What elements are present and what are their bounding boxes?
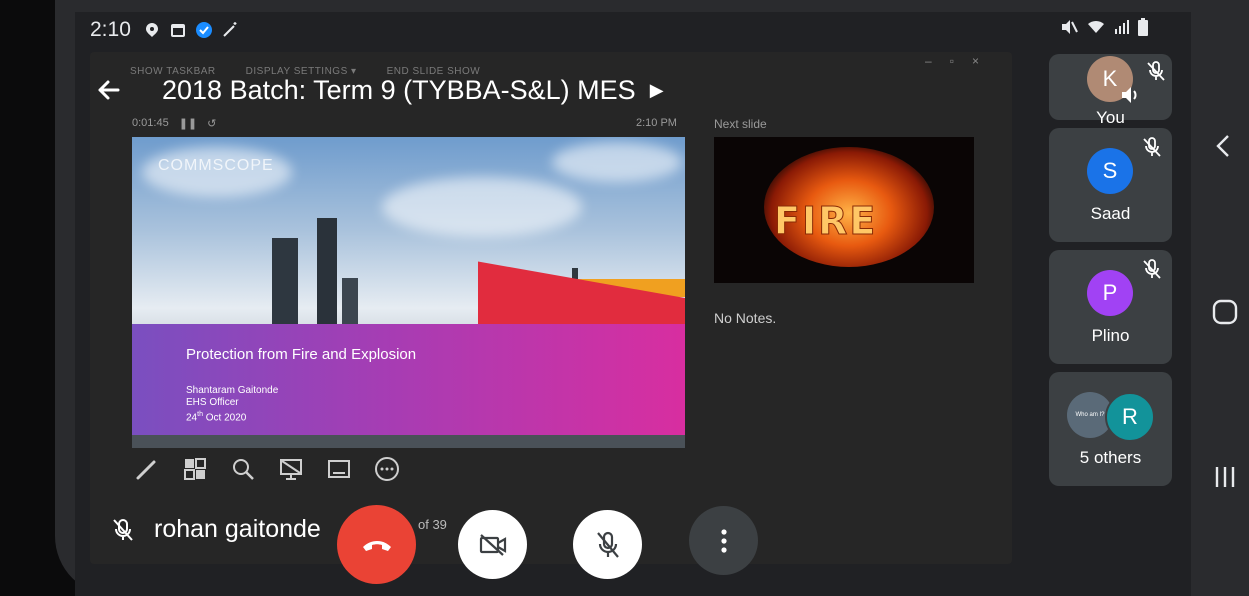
- slide-title: Protection from Fire and Explosion: [186, 346, 417, 363]
- chevron-right-icon[interactable]: ▶: [650, 80, 664, 101]
- avatar: S: [1087, 148, 1133, 194]
- elapsed-time: 0:01:45: [132, 117, 169, 129]
- next-slide-text: FIRE: [773, 199, 878, 244]
- slide-bottom-strip: [132, 435, 685, 448]
- reset-icon: ↺: [207, 118, 217, 130]
- more-options-button[interactable]: [689, 506, 758, 575]
- slideshow-timer: 0:01:45 ❚❚ ↺: [132, 117, 216, 130]
- next-slide-label: Next slide: [714, 117, 767, 131]
- slide-meta: Shantaram Gaitonde EHS Officer 24th Oct …: [186, 385, 278, 424]
- back-nav-icon[interactable]: [1214, 134, 1232, 158]
- system-status-icons: [1060, 18, 1148, 36]
- participant-name: Plino: [1091, 326, 1130, 345]
- participant-tile-plino[interactable]: P Plino: [1049, 250, 1172, 364]
- slide-author: Shantaram Gaitonde: [186, 385, 279, 396]
- wand-notification-icon: [223, 22, 237, 37]
- thumbnail-text: Who am I?: [1075, 412, 1105, 418]
- battery-icon: [1138, 18, 1148, 36]
- avatar: R: [1105, 392, 1155, 442]
- slide-logo: COMMSCOPE: [158, 157, 274, 174]
- camera-off-icon: [479, 533, 506, 556]
- sky-cloud: [552, 142, 682, 182]
- mic-off-icon: [113, 518, 133, 541]
- slide-role: EHS Officer: [186, 397, 239, 408]
- close-icon: ×: [971, 54, 979, 68]
- pen-icon[interactable]: [134, 456, 160, 482]
- android-nav-bar: [1200, 0, 1249, 596]
- mic-toggle-button[interactable]: [573, 510, 642, 579]
- signal-icon: [1115, 20, 1129, 34]
- mic-off-icon: [1147, 61, 1165, 81]
- hang-up-icon: [362, 540, 391, 551]
- current-slide: COMMSCOPE Protection from Fire and Explo…: [132, 137, 685, 448]
- participant-tile-you[interactable]: K You: [1049, 54, 1172, 127]
- mic-off-icon: [1143, 137, 1161, 157]
- home-nav-icon[interactable]: [1212, 299, 1238, 325]
- restore-icon: ▫: [949, 54, 954, 68]
- slide-counter: of 39: [418, 517, 447, 532]
- back-arrow-icon[interactable]: [92, 73, 126, 107]
- avatar: P: [1087, 270, 1133, 316]
- status-time: 2:10: [90, 18, 131, 41]
- calendar-notification-icon: [170, 24, 185, 37]
- slideshow-tools: [134, 456, 400, 482]
- participant-name: 5 others: [1079, 448, 1142, 467]
- chat-notification-icon: [145, 23, 158, 37]
- camera-toggle-button[interactable]: [458, 510, 527, 579]
- recents-nav-icon[interactable]: [1213, 465, 1237, 489]
- slideshow-clock: 2:10 PM: [636, 117, 677, 129]
- app-notification-icon: [195, 22, 212, 38]
- more-options-icon[interactable]: [374, 456, 400, 482]
- minimize-icon: –: [925, 54, 932, 68]
- participant-name: Saad: [1090, 204, 1131, 223]
- subtitles-icon[interactable]: [326, 456, 352, 482]
- see-all-slides-icon[interactable]: [182, 456, 208, 482]
- mute-status-icon: [1062, 20, 1078, 34]
- vertical-dots-icon: [720, 528, 727, 553]
- mic-off-icon: [1143, 259, 1161, 279]
- zoom-icon[interactable]: [230, 456, 256, 482]
- participant-name: You: [1096, 108, 1125, 127]
- wifi-icon: [1088, 20, 1104, 33]
- meeting-title-row: 2018 Batch: Term 9 (TYBBA-S&L) MES ▶: [92, 70, 664, 110]
- slide-date: 24th Oct 2020: [186, 411, 247, 424]
- window-controls: – ▫ ×: [925, 54, 979, 68]
- sky-cloud: [382, 177, 582, 237]
- presenter-name: rohan gaitonde: [154, 515, 321, 543]
- participant-tile-saad[interactable]: S Saad: [1049, 128, 1172, 242]
- pause-icon: ❚❚: [178, 118, 198, 130]
- presenter-label: rohan gaitonde: [112, 515, 321, 544]
- next-slide-thumbnail: FIRE: [714, 137, 974, 283]
- speaker-icon: [1122, 87, 1137, 103]
- status-bar: 2:10: [90, 16, 239, 44]
- end-call-button[interactable]: [337, 505, 416, 584]
- mic-off-icon: [596, 531, 619, 558]
- participant-tile-others[interactable]: Who am I? R 5 others: [1049, 372, 1172, 486]
- black-screen-icon[interactable]: [278, 456, 304, 482]
- meeting-title[interactable]: 2018 Batch: Term 9 (TYBBA-S&L) MES: [162, 75, 636, 106]
- speaker-notes: No Notes.: [714, 310, 777, 326]
